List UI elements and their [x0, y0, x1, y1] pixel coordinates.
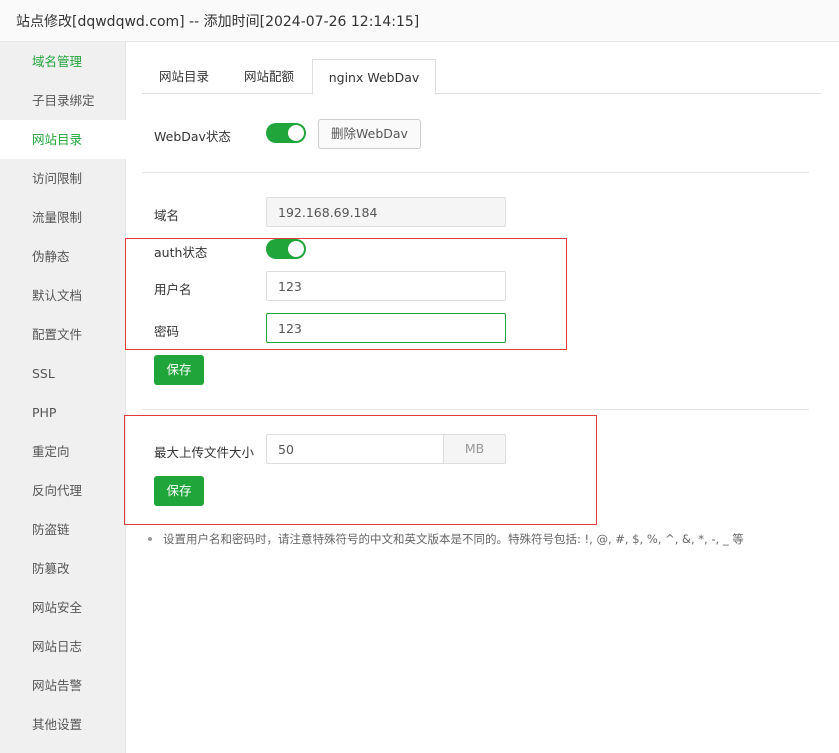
sidebar-item-redirect[interactable]: 重定向 [0, 432, 126, 471]
main-panel: 网站目录 网站配额 nginx WebDav WebDav状态 删除WebDav… [124, 42, 839, 753]
sidebar-item-tamper-protection[interactable]: 防篡改 [0, 549, 126, 588]
sidebar-item-access-limit[interactable]: 访问限制 [0, 159, 126, 198]
domain-label: 域名 [154, 208, 180, 223]
sidebar-item-site-security[interactable]: 网站安全 [0, 588, 126, 627]
highlight-box-auth [125, 238, 567, 350]
toggle-knob [288, 125, 304, 141]
sidebar-item-reverse-proxy[interactable]: 反向代理 [0, 471, 126, 510]
tab-site-directory[interactable]: 网站目录 [142, 59, 226, 94]
sidebar-item-hotlink-protection[interactable]: 防盗链 [0, 510, 126, 549]
sidebar-item-site-log[interactable]: 网站日志 [0, 627, 126, 666]
sidebar-item-config-file[interactable]: 配置文件 [0, 315, 126, 354]
domain-field [266, 197, 506, 227]
tab-site-quota[interactable]: 网站配额 [226, 59, 312, 94]
settings-sidebar: 域名管理 子目录绑定 网站目录 访问限制 流量限制 伪静态 默认文档 配置文件 … [0, 42, 126, 753]
special-chars-note: 设置用户名和密码时，请注意特殊符号的中文和英文版本是不同的。特殊符号包括: !,… [148, 531, 744, 547]
delete-webdav-button[interactable]: 删除WebDav [318, 119, 421, 149]
highlight-box-upload [124, 415, 597, 525]
sidebar-item-site-alert[interactable]: 网站告警 [0, 666, 126, 705]
dialog-title: 站点修改[dqwdqwd.com] -- 添加时间[2024-07-26 12:… [16, 14, 420, 30]
sidebar-item-site-directory[interactable]: 网站目录 [0, 120, 126, 159]
bullet-icon [148, 536, 152, 541]
sidebar-item-rewrite[interactable]: 伪静态 [0, 237, 126, 276]
dialog-titlebar: 站点修改[dqwdqwd.com] -- 添加时间[2024-07-26 12:… [0, 0, 839, 42]
webdav-status-label: WebDav状态 [154, 129, 231, 144]
webdav-status-toggle[interactable] [266, 123, 306, 143]
sidebar-item-domain[interactable]: 域名管理 [0, 42, 126, 81]
section-divider [142, 172, 809, 173]
save-auth-button[interactable]: 保存 [154, 355, 204, 385]
sidebar-item-other-settings[interactable]: 其他设置 [0, 705, 126, 744]
section-divider [142, 409, 809, 410]
sidebar-item-default-doc[interactable]: 默认文档 [0, 276, 126, 315]
note-text: 设置用户名和密码时，请注意特殊符号的中文和英文版本是不同的。特殊符号包括: !,… [163, 532, 744, 546]
tab-bar: 网站目录 网站配额 nginx WebDav [142, 59, 821, 95]
tab-nginx-webdav[interactable]: nginx WebDav [312, 59, 436, 95]
sidebar-item-ssl[interactable]: SSL [0, 354, 126, 393]
sidebar-item-subdir-binding[interactable]: 子目录绑定 [0, 81, 126, 120]
sidebar-item-php[interactable]: PHP [0, 393, 126, 432]
sidebar-item-traffic-limit[interactable]: 流量限制 [0, 198, 126, 237]
